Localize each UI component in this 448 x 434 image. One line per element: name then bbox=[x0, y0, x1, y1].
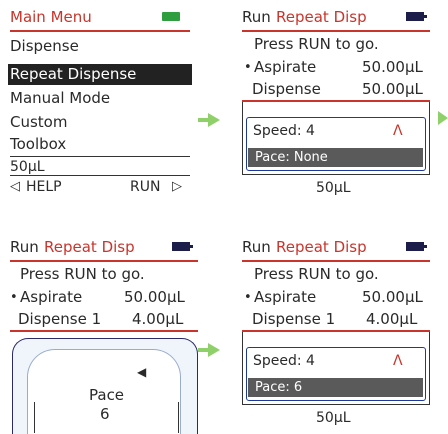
screen-edge-left bbox=[242, 102, 243, 174]
main-menu-title: Main Menu bbox=[10, 8, 92, 26]
prompt-text: Press RUN to go. bbox=[254, 35, 379, 53]
aspirate-label: Aspirate bbox=[20, 288, 83, 306]
repeat-disp-panel-pace: Run Repeat Disp Press RUN to go. • Aspir… bbox=[0, 230, 210, 434]
repeat-disp-panel-bottom-right: Run Repeat Disp Press RUN to go. • Aspir… bbox=[230, 230, 448, 433]
bullet-icon: • bbox=[244, 290, 252, 305]
dial-pointer-icon: ◀ bbox=[137, 365, 147, 379]
screen-edge-right bbox=[429, 102, 430, 174]
mode-label: Repeat Disp bbox=[276, 238, 367, 256]
footer-divider bbox=[10, 175, 190, 176]
dispense-label: Dispense bbox=[252, 80, 321, 98]
dispense-value: 50.00µL bbox=[362, 80, 423, 98]
battery-icon bbox=[162, 12, 180, 21]
mode-label: Repeat Disp bbox=[276, 8, 367, 26]
prompt-text: Press RUN to go. bbox=[254, 265, 379, 283]
dispense-divider bbox=[242, 330, 430, 332]
aspirate-label: Aspirate bbox=[254, 58, 317, 76]
prompt-text: Press RUN to go. bbox=[20, 265, 145, 283]
repeat-disp-panel-top-right: Run Repeat Disp Press RUN to go. • Aspir… bbox=[230, 0, 448, 195]
menu-item-manual-mode[interactable]: Manual Mode bbox=[10, 91, 110, 106]
bullet-icon: • bbox=[244, 60, 252, 75]
dispense-label: Dispense 1 bbox=[18, 310, 102, 328]
pace-text: Pace: 6 bbox=[255, 380, 303, 395]
title-divider bbox=[10, 30, 190, 32]
aspirate-value: 50.00µL bbox=[124, 288, 185, 306]
speed-text: Speed: 4 bbox=[253, 353, 315, 369]
footer-divider bbox=[242, 174, 430, 175]
pace-label: Pace bbox=[89, 386, 125, 404]
mode-label: Repeat Disp bbox=[44, 238, 135, 256]
menu-item-dispense[interactable]: Dispense bbox=[10, 39, 79, 54]
dispense-value: 4.00µL bbox=[132, 310, 184, 328]
speed-up-icon[interactable]: Λ bbox=[393, 124, 403, 138]
menu-item-custom[interactable]: Custom bbox=[10, 115, 67, 130]
volume-readout: 50µL bbox=[316, 410, 351, 426]
dispense-value: 4.00µL bbox=[366, 310, 418, 328]
run-softkey[interactable]: RUN bbox=[130, 180, 160, 194]
title-divider bbox=[10, 260, 198, 262]
menu-item-repeat-dispense[interactable]: Repeat Dispense bbox=[8, 64, 192, 85]
aspirate-value: 50.00µL bbox=[362, 58, 423, 76]
pace-text: Pace: None bbox=[255, 150, 328, 165]
title-divider bbox=[242, 30, 430, 32]
title-divider bbox=[242, 260, 430, 262]
dispense-label: Dispense 1 bbox=[252, 310, 336, 328]
main-menu-panel: Main Menu Dispense Repeat Dispense Manua… bbox=[0, 0, 200, 194]
screen-edge-left bbox=[242, 332, 243, 404]
dial-tick-right bbox=[178, 402, 179, 433]
toolbox-divider bbox=[10, 156, 190, 157]
run-label: Run bbox=[10, 238, 39, 256]
pace-bar: Pace: 6 bbox=[248, 378, 423, 397]
dispense-divider bbox=[242, 100, 430, 102]
dispense-divider bbox=[10, 330, 198, 332]
battery-icon bbox=[406, 242, 427, 251]
speed-text: Speed: 4 bbox=[253, 123, 315, 139]
volume-readout: 50µL bbox=[10, 159, 45, 175]
volume-readout: 50µL bbox=[316, 180, 351, 196]
battery-icon bbox=[406, 12, 427, 21]
screen-edge-right bbox=[429, 332, 430, 404]
bullet-icon: • bbox=[10, 290, 18, 305]
menu-item-label: Repeat Dispense bbox=[10, 65, 137, 83]
battery-icon bbox=[172, 242, 193, 251]
dial-tick-left bbox=[34, 402, 35, 433]
run-label: Run bbox=[242, 238, 271, 256]
aspirate-label: Aspirate bbox=[254, 288, 317, 306]
pace-bar: Pace: None bbox=[248, 148, 423, 167]
pace-value: 6 bbox=[100, 405, 110, 423]
flow-arrow-right-icon bbox=[208, 113, 220, 127]
help-left-triangle-icon: ◁ bbox=[10, 179, 20, 194]
footer-divider bbox=[242, 404, 430, 405]
flow-arrow-right-icon bbox=[438, 111, 448, 125]
flow-arrow-right-icon bbox=[208, 343, 220, 357]
speed-up-icon[interactable]: Λ bbox=[393, 354, 403, 368]
aspirate-value: 50.00µL bbox=[362, 288, 423, 306]
help-softkey[interactable]: HELP bbox=[26, 180, 62, 194]
run-label: Run bbox=[242, 8, 271, 26]
menu-item-toolbox[interactable]: Toolbox bbox=[10, 137, 66, 152]
run-right-triangle-icon: ▷ bbox=[172, 179, 182, 194]
